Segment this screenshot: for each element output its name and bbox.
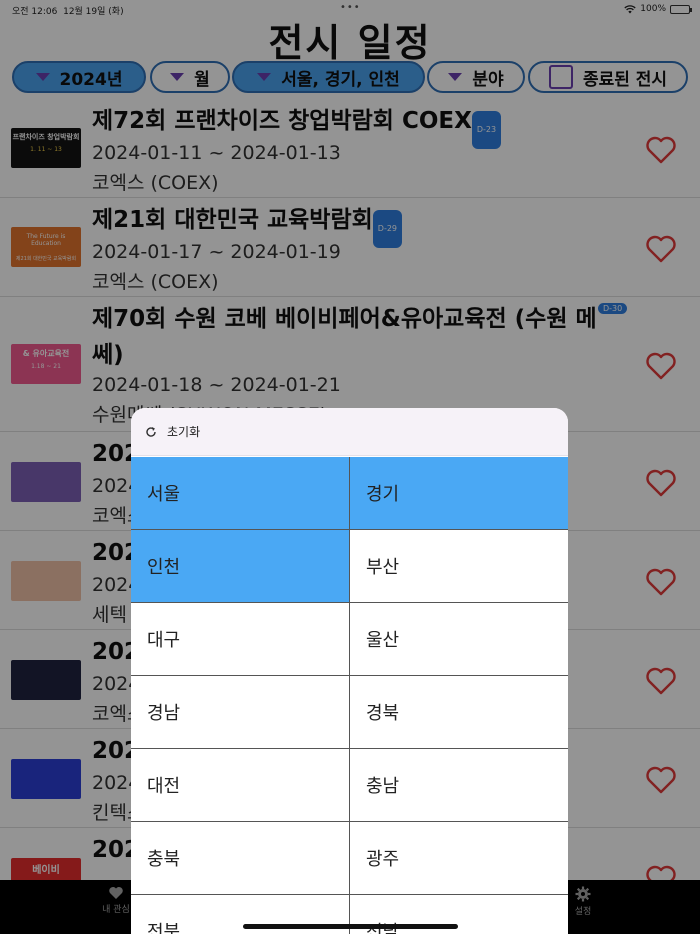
region-option-label: 부산 [366, 557, 400, 578]
region-option[interactable]: 광주 [349, 822, 568, 895]
region-option[interactable]: 인천 [131, 530, 349, 603]
region-option[interactable]: 대구 [131, 603, 349, 676]
region-option-label: 대전 [147, 776, 181, 797]
region-option-label: 인천 [147, 557, 181, 578]
refresh-icon[interactable] [145, 426, 157, 438]
region-option[interactable]: 경북 [349, 676, 568, 749]
reset-button[interactable]: 초기화 [167, 423, 200, 440]
region-option-label: 경북 [366, 703, 400, 724]
region-option[interactable]: 울산 [349, 603, 568, 676]
region-option-label: 경남 [147, 703, 181, 724]
region-option-label: 경기 [366, 484, 400, 505]
region-option-label: 울산 [366, 630, 400, 651]
home-indicator [243, 924, 458, 929]
region-option[interactable]: 경기 [349, 457, 568, 530]
region-option[interactable]: 부산 [349, 530, 568, 603]
region-option[interactable]: 대전 [131, 749, 349, 822]
region-option-label: 충북 [147, 849, 181, 870]
region-option-label: 대구 [147, 630, 181, 651]
region-option-label: 광주 [366, 849, 400, 870]
region-option-label: 서울 [147, 484, 181, 505]
region-option[interactable]: 서울 [131, 457, 349, 530]
region-picker-header: 초기화 [131, 408, 568, 456]
region-option[interactable]: 충북 [131, 822, 349, 895]
region-option-label: 충남 [366, 776, 400, 797]
region-picker-sheet: 초기화 서울경기인천부산대구울산경남경북대전충남충북광주전북전남 [131, 408, 568, 934]
region-option[interactable]: 충남 [349, 749, 568, 822]
region-option[interactable]: 경남 [131, 676, 349, 749]
region-option-label: 전북 [147, 922, 181, 934]
